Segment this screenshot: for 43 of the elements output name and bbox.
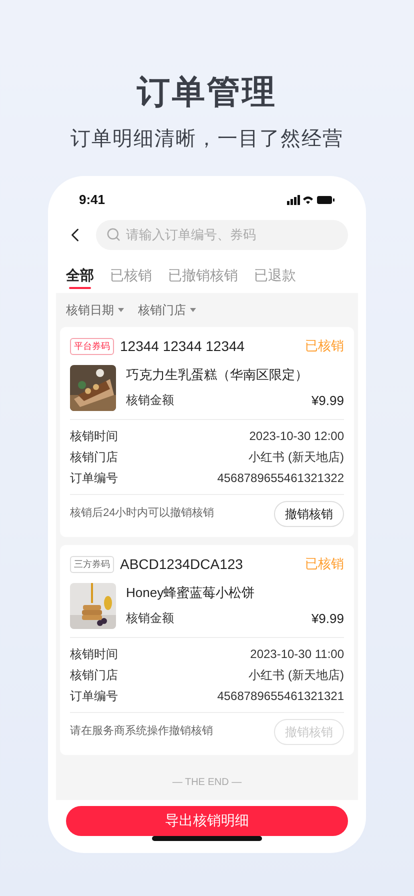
tab[interactable]: 全部 — [66, 264, 94, 287]
detail-label: 核销门店 — [70, 666, 118, 684]
caret-icon — [118, 308, 124, 312]
coupon-tag: 平台券码 — [70, 338, 114, 355]
detail-value: 2023-10-30 11:00 — [250, 646, 344, 663]
amount-label: 核销金额 — [126, 392, 174, 410]
end-marker: — THE END — — [172, 776, 242, 790]
status-icons — [287, 194, 335, 205]
detail-label: 核销时间 — [70, 646, 118, 663]
order-status: 已核销 — [305, 555, 344, 574]
export-button[interactable]: 导出核销明细 — [66, 806, 348, 836]
subtitle: 订单明细清晰，一目了然经营 — [70, 127, 344, 152]
search-icon — [106, 227, 121, 242]
tab[interactable]: 已核销 — [110, 264, 152, 287]
amount-value: ¥9.99 — [311, 610, 344, 628]
detail-label: 核销门店 — [70, 448, 118, 466]
filter-dropdown[interactable]: 核销门店 — [138, 300, 196, 319]
amount-label: 核销金额 — [126, 610, 174, 628]
product-name: Honey蜂蜜蓝莓小松饼 — [126, 584, 256, 602]
detail-label: 订单编号 — [70, 470, 118, 487]
undo-button[interactable]: 撤销核销 — [274, 500, 344, 527]
tab[interactable]: 已撤销核销 — [168, 264, 238, 287]
coupon-code: 12344 12344 12344 — [120, 336, 245, 356]
filter-dropdown[interactable]: 核销日期 — [66, 300, 124, 319]
detail-label: 订单编号 — [70, 688, 118, 705]
detail-value: 4568789655461321322 — [217, 470, 344, 487]
product-name: 巧克力生乳蛋糕（华南区限定） — [126, 366, 309, 384]
tab[interactable]: 已退款 — [254, 264, 296, 287]
amount-value: ¥9.99 — [311, 392, 344, 410]
detail-value: 小红书 (新天地店) — [248, 448, 344, 466]
headline: 订单管理 — [137, 72, 277, 112]
search-field[interactable]: 请输入订单编号、券码 — [96, 220, 348, 250]
coupon-tag: 三方券码 — [70, 556, 114, 573]
coupon-code: ABCD1234DCA123 — [120, 554, 243, 574]
detail-label: 核销时间 — [70, 428, 118, 445]
detail-value: 小红书 (新天地店) — [248, 666, 344, 684]
status-time: 9:41 — [79, 191, 106, 209]
undo-hint: 请在服务商系统操作撤销核销 — [70, 724, 213, 740]
caret-icon — [190, 308, 196, 312]
order-status: 已核销 — [305, 337, 344, 356]
detail-value: 2023-10-30 12:00 — [249, 428, 344, 445]
detail-value: 4568789655461321321 — [217, 688, 344, 705]
undo-hint: 核销后24小时内可以撤销核销 — [70, 506, 214, 522]
